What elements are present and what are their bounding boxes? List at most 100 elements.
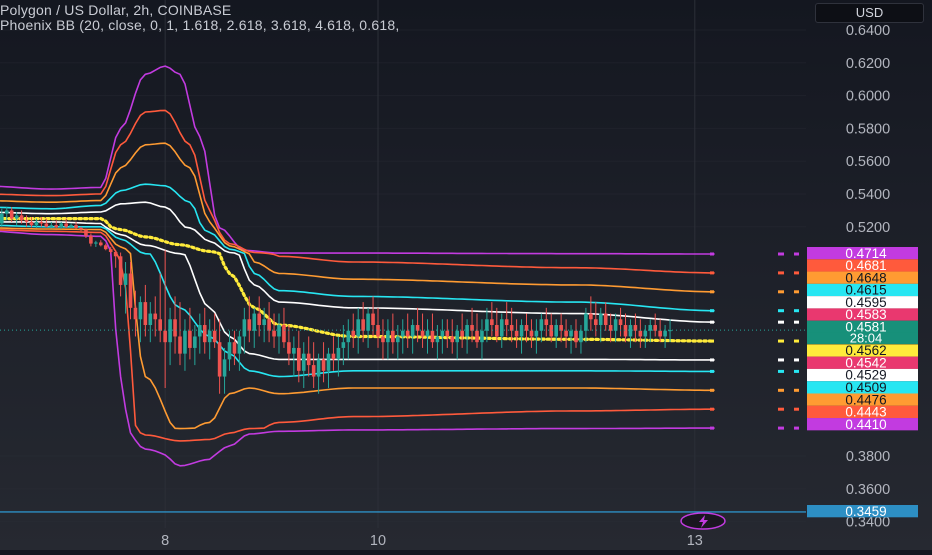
candle-body (603, 313, 608, 326)
indicator-legend[interactable]: Phoenix BB (20, close, 0, 1, 1.618, 2.61… (0, 17, 399, 33)
band-end-marker (710, 426, 714, 430)
candle (14, 212, 19, 226)
candle-body (222, 359, 227, 377)
candle (188, 307, 192, 360)
candle-body (24, 220, 29, 222)
candle (163, 250, 167, 389)
candle-body (316, 359, 321, 377)
candle (519, 319, 524, 354)
band-end-marker (794, 339, 799, 343)
candle (598, 307, 603, 343)
candle-body (118, 256, 123, 285)
candle-body (178, 336, 182, 354)
candle (405, 313, 410, 348)
candle-body (519, 325, 524, 337)
candle-body (267, 319, 271, 331)
candle (198, 313, 202, 354)
band-end-marker (710, 320, 714, 324)
candle (306, 336, 311, 377)
candle (272, 313, 276, 348)
candle-body (658, 330, 662, 337)
candle (202, 307, 207, 354)
candle-body (495, 325, 499, 337)
candle (391, 313, 395, 354)
candle (633, 313, 638, 343)
candle (252, 307, 257, 348)
candle-body (168, 319, 172, 343)
candle (292, 336, 296, 377)
band-end-marker (794, 426, 799, 430)
candle-body (579, 330, 583, 343)
band-end-marker (778, 369, 784, 373)
candle (430, 313, 435, 348)
candle-body (376, 325, 380, 337)
candle-body (618, 319, 623, 326)
candle-body (69, 225, 73, 227)
candle-body (257, 313, 261, 326)
candle-body (534, 330, 539, 337)
candle (242, 307, 247, 354)
candle-body (237, 336, 242, 354)
currency-button[interactable]: USD (815, 3, 924, 23)
candle-body (59, 223, 63, 228)
candle-body (94, 242, 98, 244)
candle-body (589, 313, 593, 320)
candle-body (410, 325, 415, 337)
candle-body (381, 336, 385, 343)
candle-body (84, 229, 88, 236)
candle-body (227, 342, 232, 360)
candle-body (0, 213, 4, 224)
candle (623, 313, 628, 343)
candle-body (44, 223, 49, 227)
candle (658, 319, 662, 343)
candle (59, 221, 63, 230)
band-end-marker (778, 339, 784, 343)
candle-body (405, 330, 410, 337)
candle (178, 302, 182, 366)
candle-body (361, 319, 365, 331)
candle-body (544, 319, 549, 326)
price-label: 0.3459 (807, 504, 918, 519)
candle-body (613, 319, 618, 331)
band-end-marker (794, 388, 799, 392)
candle-body (188, 330, 192, 348)
candle-body (103, 245, 108, 250)
band-end-marker (710, 369, 714, 373)
price-chart[interactable]: 0.6400 0.6200 0.6000 0.5800 0.5600 0.5400 0.52… (0, 0, 932, 550)
candle (529, 319, 534, 348)
price-label-text: 0.3459 (845, 504, 886, 519)
candle-body (559, 325, 563, 331)
candle (301, 342, 306, 389)
candle (381, 319, 385, 360)
x-tick-label: 10 (370, 533, 386, 549)
lightning-icon[interactable] (680, 512, 726, 530)
candle-body (400, 330, 405, 337)
candle (574, 319, 578, 348)
candle (297, 330, 301, 383)
y-tick-label: 0.5400 (846, 187, 890, 203)
candle-body (301, 353, 306, 371)
candle-body (445, 330, 450, 337)
band-end-marker (778, 320, 784, 324)
candle-body (356, 319, 360, 337)
candle-body (321, 359, 326, 371)
band-end-marker (794, 309, 799, 313)
candle-body (514, 330, 519, 337)
candle (311, 342, 316, 389)
candle-body (99, 242, 103, 246)
candle (138, 296, 143, 343)
candle-body (133, 307, 138, 320)
candle-body (64, 223, 68, 227)
candle (376, 307, 380, 348)
candle (277, 313, 281, 354)
candle-body (262, 319, 266, 326)
band-end-marker (778, 407, 784, 411)
candle-body (173, 319, 177, 337)
candle (148, 302, 153, 343)
band_purple-lower-line (0, 230, 715, 467)
candle (0, 208, 4, 227)
candle (534, 319, 539, 354)
band-end-marker (778, 271, 784, 275)
candle-body (504, 319, 509, 326)
band-end-marker (794, 320, 799, 324)
